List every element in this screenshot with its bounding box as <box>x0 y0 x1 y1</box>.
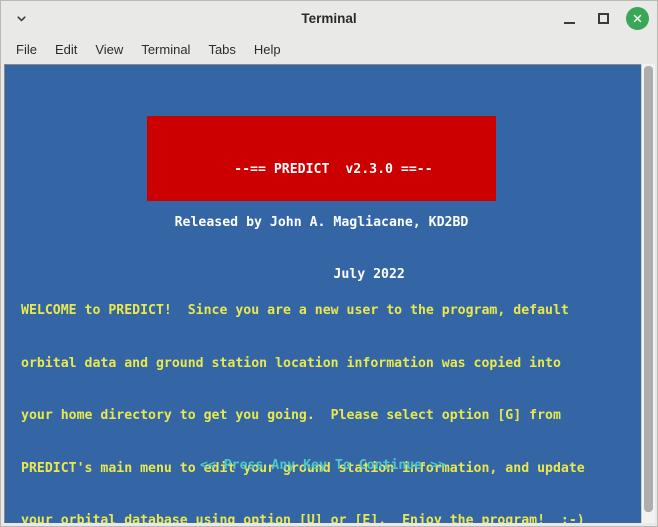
menu-item-help[interactable]: Help <box>245 39 290 60</box>
minimize-icon <box>563 21 575 24</box>
terminal-screen[interactable]: --== PREDICT v2.3.0 ==-- Released by Joh… <box>4 64 641 523</box>
close-icon <box>631 12 644 25</box>
welcome-line-1: WELCOME to PREDICT! Since you are a new … <box>21 303 569 318</box>
welcome-line-5: your orbital database using option [U] o… <box>21 513 585 523</box>
predict-banner: --== PREDICT v2.3.0 ==-- Released by Joh… <box>147 116 496 282</box>
menu-item-edit[interactable]: Edit <box>46 39 86 60</box>
welcome-line-2: orbital data and ground station location… <box>21 355 561 371</box>
welcome-line-3: your home directory to get you going. Pl… <box>21 408 561 423</box>
menu-bar: File Edit View Terminal Tabs Help <box>1 36 657 63</box>
terminal-scrollbar[interactable] <box>641 64 655 523</box>
window-menu-button[interactable] <box>7 6 35 32</box>
close-button[interactable] <box>626 7 649 30</box>
menu-item-file[interactable]: File <box>7 39 46 60</box>
terminal-window: Terminal File Edit View Terminal Tabs He… <box>0 0 658 527</box>
press-any-key-prompt: << Press Any Key To Continue >> <box>199 458 447 473</box>
title-bar: Terminal <box>1 1 657 36</box>
menu-item-tabs[interactable]: Tabs <box>199 39 244 60</box>
banner-line-author: Released by John A. Magliacane, KD2BD <box>174 214 469 230</box>
minimize-button[interactable] <box>558 8 580 30</box>
chevron-down-icon <box>15 12 28 25</box>
maximize-button[interactable] <box>592 8 614 30</box>
menu-item-terminal[interactable]: Terminal <box>132 39 199 60</box>
window-controls <box>558 7 649 30</box>
terminal-area: --== PREDICT v2.3.0 ==-- Released by Joh… <box>1 63 657 526</box>
banner-line-title: --== PREDICT v2.3.0 ==-- <box>210 162 433 177</box>
menu-item-view[interactable]: View <box>86 39 132 60</box>
maximize-icon <box>597 13 609 24</box>
welcome-message: WELCOME to PREDICT! Since you are a new … <box>21 267 585 523</box>
scrollbar-thumb[interactable] <box>644 66 653 512</box>
